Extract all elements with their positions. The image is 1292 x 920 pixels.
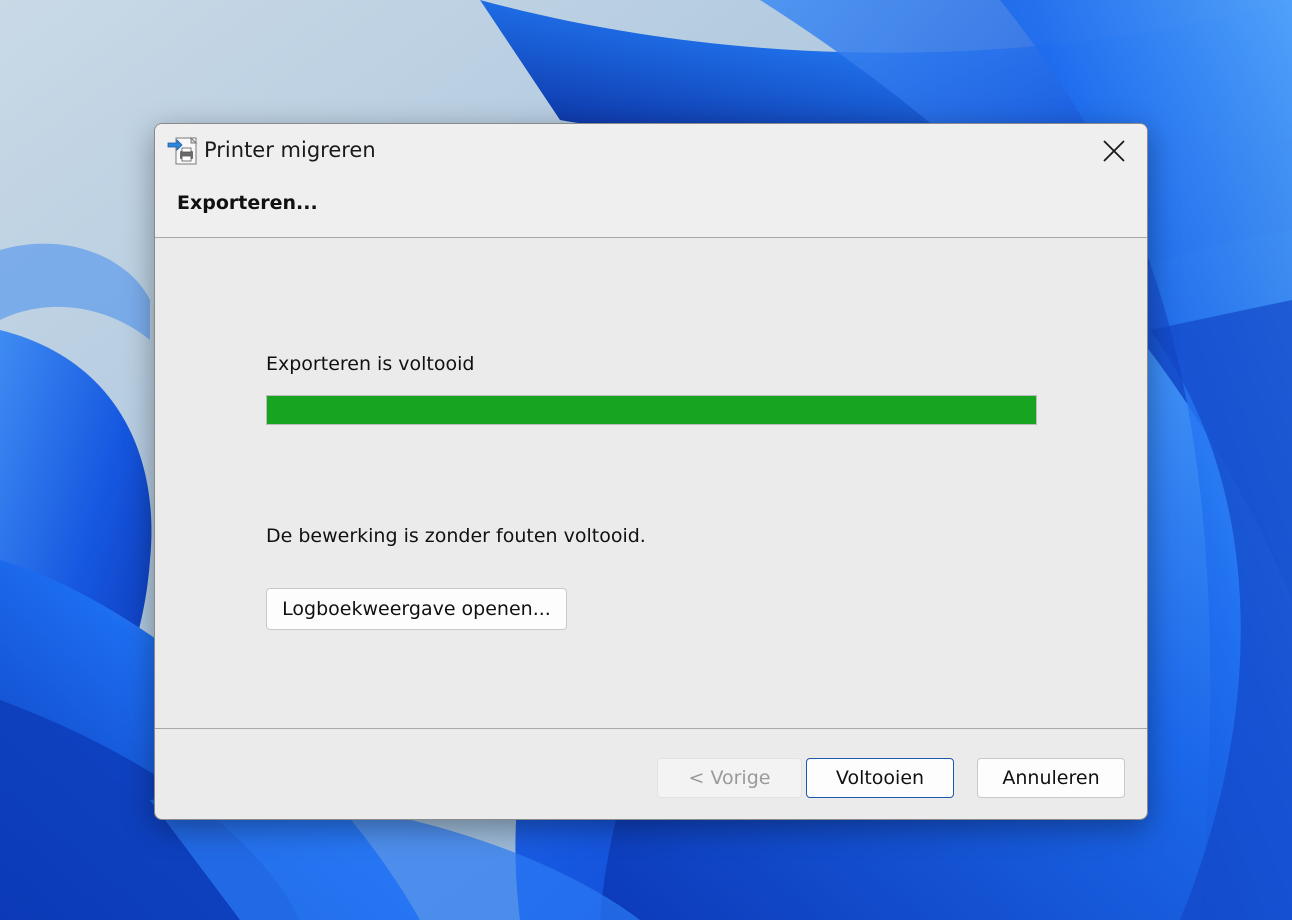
open-log-button[interactable]: Logboekweergave openen...: [266, 588, 567, 630]
title-bar[interactable]: Printer migreren: [155, 124, 1147, 178]
printer-migration-dialog: Printer migreren Exporteren... Exportere…: [154, 123, 1148, 820]
wizard-header: Exporteren...: [155, 178, 1147, 238]
result-message: De bewerking is zonder fouten voltooid.: [266, 525, 646, 547]
progress-label: Exporteren is voltooid: [266, 353, 475, 375]
footer-divider: [155, 728, 1147, 729]
progress-bar: [266, 395, 1037, 425]
page-title: Exporteren...: [177, 192, 318, 214]
cancel-button[interactable]: Annuleren: [977, 758, 1125, 798]
progress-bar-fill: [267, 396, 1036, 424]
finish-button[interactable]: Voltooien: [806, 758, 954, 798]
printer-migration-icon: [167, 136, 198, 165]
back-button[interactable]: < Vorige: [657, 758, 802, 798]
window-title: Printer migreren: [204, 138, 376, 162]
close-button[interactable]: [1081, 124, 1147, 178]
desktop-wallpaper: Printer migreren Exporteren... Exportere…: [0, 0, 1292, 920]
close-icon: [1103, 140, 1125, 162]
